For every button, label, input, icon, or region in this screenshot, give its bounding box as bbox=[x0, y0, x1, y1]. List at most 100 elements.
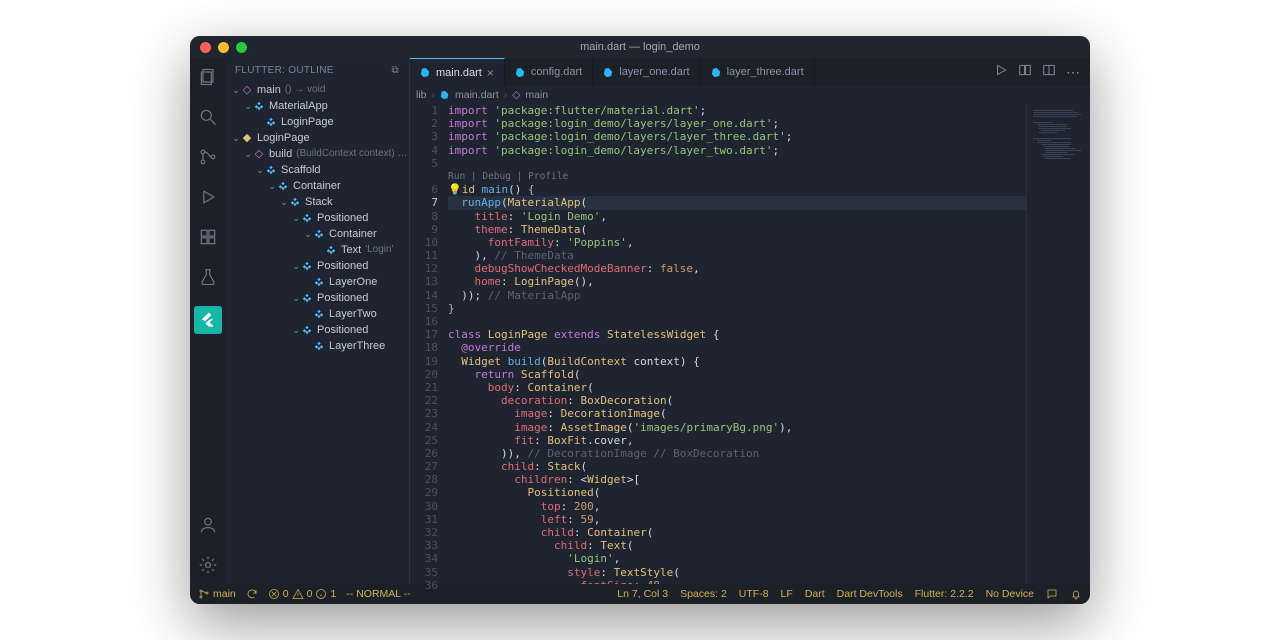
code-line[interactable]: return Scaffold( bbox=[448, 368, 1026, 381]
code-line[interactable]: fit: BoxFit.cover, bbox=[448, 434, 1026, 447]
code-line[interactable]: import 'package:login_demo/layers/layer_… bbox=[448, 144, 1026, 157]
collapse-icon[interactable]: ⧉ bbox=[392, 65, 399, 76]
run-icon[interactable] bbox=[994, 63, 1008, 82]
code-line[interactable] bbox=[448, 157, 1026, 170]
debug-icon[interactable] bbox=[197, 186, 219, 208]
outline-item[interactable]: ⌄◆LoginPage bbox=[225, 130, 409, 146]
flutter-icon[interactable] bbox=[194, 306, 222, 334]
code-line[interactable]: fontSize: 48, bbox=[448, 579, 1026, 584]
scm-icon[interactable] bbox=[197, 146, 219, 168]
flask-icon[interactable] bbox=[197, 266, 219, 288]
more-icon[interactable]: ⋯ bbox=[1066, 64, 1080, 81]
outline-item[interactable]: ⌄◇build(BuildContext context) … bbox=[225, 146, 409, 162]
code-line[interactable]: import 'package:login_demo/layers/layer_… bbox=[448, 130, 1026, 143]
code-line[interactable]: class LoginPage extends StatelessWidget … bbox=[448, 328, 1026, 341]
breadcrumb-part[interactable]: main bbox=[525, 89, 548, 101]
maximize-window-button[interactable] bbox=[236, 42, 247, 53]
code-line[interactable]: import 'package:login_demo/layers/layer_… bbox=[448, 117, 1026, 130]
outline-item[interactable]: ⌄MaterialApp bbox=[225, 98, 409, 114]
device[interactable]: No Device bbox=[986, 588, 1034, 600]
code-line[interactable]: runApp(MaterialApp( bbox=[448, 196, 1026, 209]
editor-tab[interactable]: config.dart bbox=[505, 58, 593, 86]
code-line[interactable]: image: AssetImage('images/primaryBg.png'… bbox=[448, 421, 1026, 434]
code-line[interactable]: } bbox=[448, 302, 1026, 315]
code-line[interactable]: fontFamily: 'Poppins', bbox=[448, 236, 1026, 249]
account-icon[interactable] bbox=[197, 514, 219, 536]
outline-item[interactable]: Text'Login' bbox=[225, 242, 409, 258]
code-line[interactable]: import 'package:flutter/material.dart'; bbox=[448, 104, 1026, 117]
settings-icon[interactable] bbox=[197, 554, 219, 576]
breadcrumb-part[interactable]: main.dart bbox=[455, 89, 499, 101]
code-line[interactable]: )), // DecorationImage // BoxDecoration bbox=[448, 447, 1026, 460]
code-line[interactable]: title: 'Login Demo', bbox=[448, 210, 1026, 223]
close-window-button[interactable] bbox=[200, 42, 211, 53]
code-line[interactable] bbox=[448, 315, 1026, 328]
editor-tab[interactable]: main.dart× bbox=[410, 58, 505, 86]
code-line[interactable]: )); // MaterialApp bbox=[448, 289, 1026, 302]
language[interactable]: Dart bbox=[805, 588, 825, 600]
code-line[interactable]: child: Container( bbox=[448, 526, 1026, 539]
git-branch[interactable]: main bbox=[198, 588, 236, 600]
code-line[interactable]: ), // ThemeData bbox=[448, 249, 1026, 262]
dart-file-icon bbox=[440, 90, 450, 100]
code-line[interactable]: Widget build(BuildContext context) { bbox=[448, 355, 1026, 368]
code-line[interactable]: 💡id main() { bbox=[448, 183, 1026, 196]
code-line[interactable]: 'Login', bbox=[448, 552, 1026, 565]
search-icon[interactable] bbox=[197, 106, 219, 128]
code-line[interactable]: theme: ThemeData( bbox=[448, 223, 1026, 236]
outline-item[interactable]: ⌄Stack bbox=[225, 194, 409, 210]
extensions-icon[interactable] bbox=[197, 226, 219, 248]
outline-item[interactable]: LayerThree bbox=[225, 338, 409, 354]
layout-icon[interactable] bbox=[1042, 63, 1056, 82]
breadcrumb[interactable]: lib › main.dart › ◇ main bbox=[410, 86, 1090, 104]
code-line[interactable]: child: Text( bbox=[448, 539, 1026, 552]
outline-item[interactable]: ⌄Container bbox=[225, 178, 409, 194]
code-line[interactable]: left: 59, bbox=[448, 513, 1026, 526]
split-icon[interactable] bbox=[1018, 63, 1032, 82]
outline-item[interactable]: ⌄Container bbox=[225, 226, 409, 242]
cursor-pos[interactable]: Ln 7, Col 3 bbox=[617, 588, 668, 600]
editor-tab[interactable]: layer_three.dart bbox=[701, 58, 815, 86]
devtools[interactable]: Dart DevTools bbox=[837, 588, 903, 600]
outline-item[interactable]: ⌄Positioned bbox=[225, 210, 409, 226]
outline-item[interactable]: LayerTwo bbox=[225, 306, 409, 322]
outline-item[interactable]: ⌄Positioned bbox=[225, 258, 409, 274]
code-line[interactable]: top: 200, bbox=[448, 500, 1026, 513]
outline-item[interactable]: LayerOne bbox=[225, 274, 409, 290]
feedback-icon[interactable] bbox=[1046, 588, 1058, 600]
outline-item[interactable]: ⌄Scaffold bbox=[225, 162, 409, 178]
code-line[interactable]: style: TextStyle( bbox=[448, 566, 1026, 579]
activity-bar bbox=[190, 58, 225, 584]
code-line[interactable]: image: DecorationImage( bbox=[448, 407, 1026, 420]
bell-icon[interactable] bbox=[1070, 588, 1082, 600]
minimap[interactable] bbox=[1026, 104, 1090, 584]
outline-item[interactable]: ⌄Positioned bbox=[225, 290, 409, 306]
code-line[interactable]: debugShowCheckedModeBanner: false, bbox=[448, 262, 1026, 275]
breadcrumb-part[interactable]: lib bbox=[416, 89, 427, 101]
code-line[interactable]: home: LoginPage(), bbox=[448, 275, 1026, 288]
codelens[interactable]: Run | Debug | Profile bbox=[448, 170, 1026, 183]
outline-item[interactable]: ⌄◇main() → void bbox=[225, 82, 409, 98]
problems[interactable]: 0 0 1 bbox=[268, 588, 337, 600]
encoding[interactable]: UTF-8 bbox=[739, 588, 769, 600]
flutter-version[interactable]: Flutter: 2.2.2 bbox=[915, 588, 974, 600]
app-window: main.dart — login_demo FLUTTER: OUTLINE … bbox=[190, 36, 1090, 604]
code-content[interactable]: import 'package:flutter/material.dart';i… bbox=[448, 104, 1026, 584]
editor-tab[interactable]: layer_one.dart bbox=[593, 58, 700, 86]
code-line[interactable]: children: <Widget>[ bbox=[448, 473, 1026, 486]
code-line[interactable]: @override bbox=[448, 341, 1026, 354]
outline-item[interactable]: LoginPage bbox=[225, 114, 409, 130]
indent[interactable]: Spaces: 2 bbox=[680, 588, 727, 600]
code-line[interactable]: Positioned( bbox=[448, 486, 1026, 499]
code-line[interactable]: decoration: BoxDecoration( bbox=[448, 394, 1026, 407]
outline-item[interactable]: ⌄Positioned bbox=[225, 322, 409, 338]
sync-icon[interactable] bbox=[246, 588, 258, 600]
code-editor[interactable]: 1234567891011121314151617181920212223242… bbox=[410, 104, 1090, 584]
code-line[interactable]: child: Stack( bbox=[448, 460, 1026, 473]
close-tab-icon[interactable]: × bbox=[487, 66, 494, 80]
eol[interactable]: LF bbox=[781, 588, 793, 600]
code-line[interactable]: body: Container( bbox=[448, 381, 1026, 394]
minimize-window-button[interactable] bbox=[218, 42, 229, 53]
vim-mode: -- NORMAL -- bbox=[346, 588, 410, 600]
files-icon[interactable] bbox=[197, 66, 219, 88]
